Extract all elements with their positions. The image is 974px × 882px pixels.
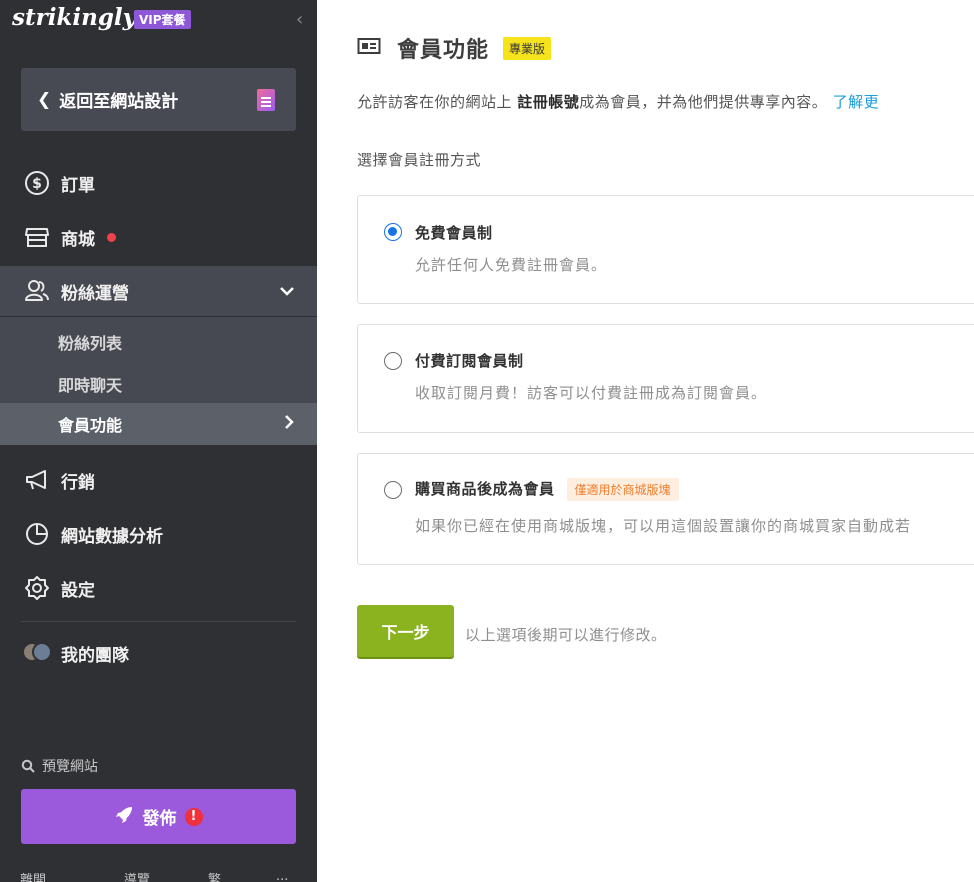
- team-avatars-icon: [22, 640, 52, 666]
- sidebar-item-label: 粉絲運營: [61, 283, 129, 304]
- option-description: 收取訂閱月費！訪客可以付費註冊成為訂閱會員。: [415, 384, 768, 402]
- store-only-badge: 僅適用於商城版塊: [566, 478, 679, 501]
- sidebar-item-label: 訂單: [61, 175, 95, 196]
- page-icon: [257, 89, 275, 111]
- users-icon: [24, 278, 50, 304]
- chevron-down-icon: [279, 282, 295, 301]
- rocket-icon: [115, 806, 133, 828]
- sidebar-divider: [21, 621, 296, 622]
- intro-suffix: 成為會員，并為他們提供專享內容。: [579, 93, 833, 111]
- intro-prefix: 允許訪客在你的網站上: [357, 93, 518, 111]
- page-title: 會員功能: [397, 38, 490, 63]
- preview-label: 預覽網站: [42, 759, 98, 775]
- page-header: 會員功能 專業版: [357, 32, 552, 64]
- more-icon[interactable]: ...: [276, 869, 288, 882]
- intro-text: 允許訪客在你的網站上 註冊帳號成為會員，并為他們提供專享內容。 了解更: [357, 91, 879, 112]
- select-method-label: 選擇會員註冊方式: [357, 151, 482, 169]
- notification-dot: [107, 232, 116, 242]
- dollar-circle-icon: $: [24, 170, 50, 196]
- intro-bold: 註冊帳號: [517, 93, 580, 111]
- option-title: 購買商品後成為會員: [415, 480, 555, 498]
- warning-icon: !: [184, 807, 203, 826]
- option-title-row: 購買商品後成為會員 僅適用於商城版塊: [415, 478, 679, 501]
- back-button-label: 返回至網站設計: [59, 92, 179, 112]
- next-note: 以上選項後期可以進行修改。: [465, 626, 667, 644]
- option-title: 付費訂閱會員制: [415, 352, 524, 370]
- next-step-button[interactable]: 下一步: [357, 605, 454, 657]
- sidebar-subitem-label: 會員功能: [58, 416, 123, 435]
- option-description: 允許任何人免費註冊會員。: [415, 256, 608, 274]
- preview-site-link[interactable]: 預覽網站: [21, 756, 98, 776]
- gear-icon: [24, 575, 50, 601]
- tab-exit[interactable]: 離開: [20, 869, 46, 882]
- sidebar-item-label: 商城: [61, 229, 95, 250]
- vip-badge: VIP套餐: [134, 10, 191, 29]
- publish-label: 發佈: [142, 809, 177, 829]
- chevron-left-icon: ❮: [37, 89, 52, 110]
- search-icon: [21, 759, 35, 773]
- sidebar-item-team[interactable]: 我的團隊: [0, 628, 317, 678]
- main-content: 會員功能 專業版 允許訪客在你的網站上 註冊帳號成為會員，并為他們提供專享內容。…: [317, 0, 974, 882]
- bottom-tabs: 離開 導覽 繁 ...: [0, 866, 317, 882]
- storefront-icon: [24, 224, 50, 250]
- sidebar-item-orders[interactable]: $ 訂單: [0, 158, 317, 208]
- sidebar-item-label: 設定: [61, 580, 95, 601]
- sidebar-item-fans[interactable]: 粉絲運營: [0, 266, 317, 316]
- sidebar: strikingly VIP套餐 ‹ ❮ 返回至網站設計 $ 訂單 商城 粉絲運…: [0, 0, 317, 882]
- sidebar-subitem-membership[interactable]: 會員功能: [0, 403, 317, 445]
- brand-logo[interactable]: strikingly: [12, 4, 136, 31]
- sidebar-subitem-live-chat[interactable]: 即時聊天: [0, 363, 317, 405]
- back-to-site-design-button[interactable]: ❮ 返回至網站設計: [21, 68, 296, 131]
- id-card-icon: [357, 36, 381, 60]
- sidebar-item-marketing[interactable]: 行銷: [0, 455, 317, 505]
- option-purchase-membership[interactable]: 購買商品後成為會員 僅適用於商城版塊 如果你已經在使用商城版塊，可以用這個設置讓你…: [357, 453, 974, 565]
- pro-badge: 專業版: [503, 36, 552, 60]
- option-title: 免費會員制: [415, 224, 493, 242]
- tab-language[interactable]: 繁: [208, 869, 221, 882]
- megaphone-icon: [24, 467, 50, 493]
- radio-free-membership[interactable]: [384, 223, 402, 241]
- sidebar-item-label: 網站數據分析: [61, 526, 163, 547]
- option-paid-subscription[interactable]: 付費訂閱會員制 收取訂閱月費！訪客可以付費註冊成為訂閱會員。: [357, 324, 974, 433]
- radio-purchase-membership[interactable]: [384, 481, 402, 499]
- sidebar-item-label: 行銷: [61, 472, 95, 493]
- option-free-membership[interactable]: 免費會員制 允許任何人免費註冊會員。: [357, 195, 974, 304]
- sidebar-item-analytics[interactable]: 網站數據分析: [0, 509, 317, 559]
- collapse-sidebar-icon[interactable]: ‹: [296, 9, 303, 30]
- learn-more-link[interactable]: 了解更: [833, 93, 880, 111]
- sidebar-item-label: 我的團隊: [61, 645, 129, 666]
- sidebar-item-store[interactable]: 商城: [0, 212, 317, 262]
- option-description: 如果你已經在使用商城版塊，可以用這個設置讓你的商城買家自動成若: [415, 517, 912, 535]
- sidebar-subitem-fan-list[interactable]: 粉絲列表: [0, 321, 317, 363]
- svg-text:$: $: [32, 176, 42, 192]
- sidebar-item-settings[interactable]: 設定: [0, 563, 317, 613]
- radio-paid-subscription[interactable]: [384, 352, 402, 370]
- sidebar-topbar: strikingly VIP套餐 ‹: [0, 0, 317, 44]
- tab-tour[interactable]: 導覽: [124, 869, 150, 882]
- pie-chart-icon: [24, 521, 50, 547]
- chevron-right-icon: [283, 414, 295, 435]
- publish-button[interactable]: 發佈 !: [21, 789, 296, 844]
